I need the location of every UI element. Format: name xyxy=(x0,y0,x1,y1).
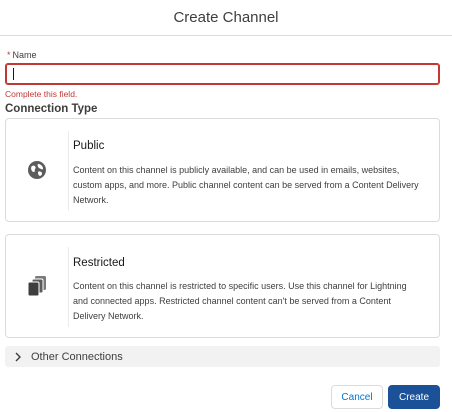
public-option-title: Public xyxy=(73,140,105,152)
other-connections-toggle[interactable]: Other Connections xyxy=(5,346,440,367)
globe-icon xyxy=(28,161,46,179)
modal-title: Create Channel xyxy=(173,9,279,26)
chevron-right-icon xyxy=(13,352,23,362)
name-label-text: Name xyxy=(12,50,37,60)
text-cursor xyxy=(13,68,14,80)
name-input[interactable] xyxy=(5,63,440,85)
public-option-description: Content on this channel is publicly avai… xyxy=(73,165,419,205)
other-connections-label: Other Connections xyxy=(31,350,123,363)
restricted-card-divider xyxy=(68,247,69,327)
restricted-option-title: Restricted xyxy=(73,257,125,269)
create-button[interactable]: Create xyxy=(388,385,440,409)
stacked-copy-icon xyxy=(27,276,46,297)
restricted-icon-container xyxy=(6,235,68,337)
restricted-option-card[interactable]: Restricted Content on this channel is re… xyxy=(5,234,440,338)
public-icon-container xyxy=(6,119,68,221)
modal-header: Create Channel xyxy=(0,0,452,36)
required-indicator: * xyxy=(7,50,11,60)
name-field-label: * Name xyxy=(7,50,37,60)
cancel-button[interactable]: Cancel xyxy=(331,385,383,409)
connection-type-heading: Connection Type xyxy=(5,103,98,115)
public-card-divider xyxy=(68,131,69,211)
name-error-message: Complete this field. xyxy=(5,89,78,99)
public-option-card[interactable]: Public Content on this channel is public… xyxy=(5,118,440,222)
restricted-option-description: Content on this channel is restricted to… xyxy=(73,281,407,321)
